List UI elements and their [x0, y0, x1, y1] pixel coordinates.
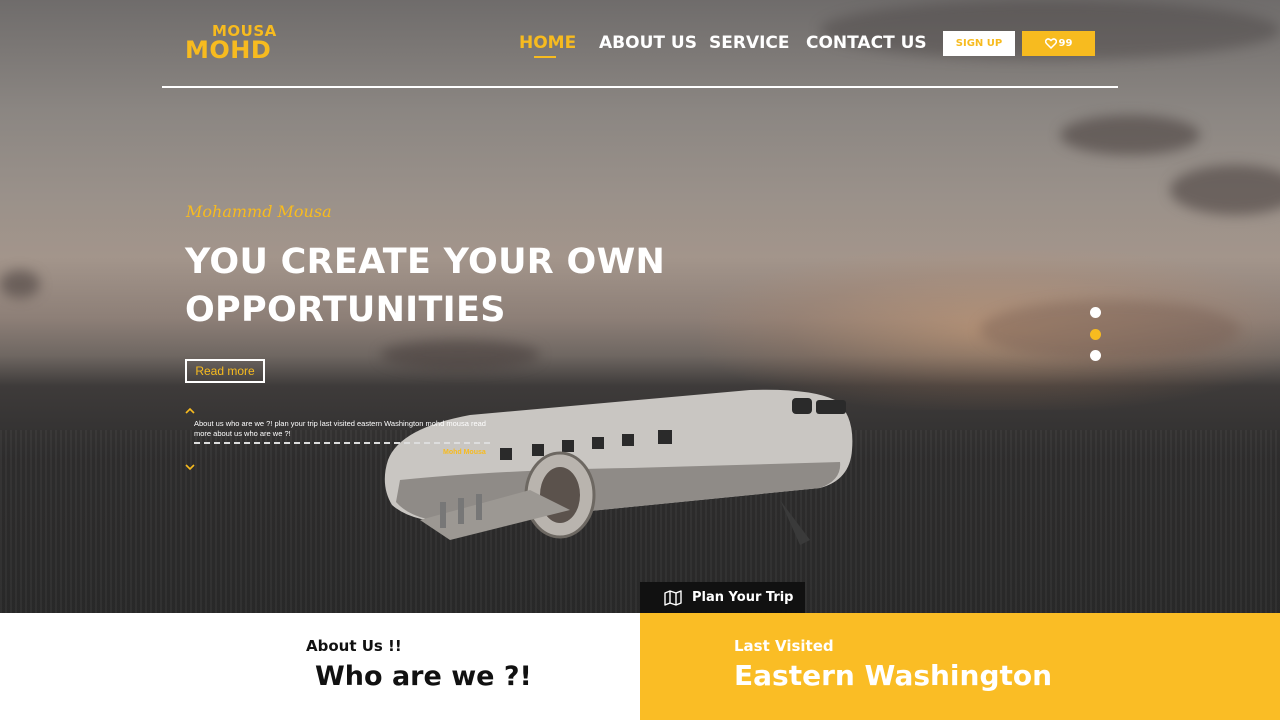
- nav-active-underline: [534, 56, 556, 58]
- nav-about-us[interactable]: ABOUT US: [599, 33, 697, 53]
- read-more-button[interactable]: Read more: [185, 359, 265, 383]
- plane-wreck-image: [384, 389, 853, 545]
- last-visited-panel[interactable]: Last Visited Eastern Washington: [640, 613, 1280, 720]
- logo-bottom-text: MOHD: [185, 36, 272, 64]
- cloud: [1170, 165, 1280, 215]
- nav-home[interactable]: HOME: [519, 33, 576, 53]
- chevron-up-icon[interactable]: [185, 404, 195, 416]
- cloud: [0, 270, 40, 298]
- slider-dot-2[interactable]: [1090, 329, 1101, 340]
- favorites-count: 99: [1058, 38, 1073, 49]
- excerpt-author: Mohd Mousa: [443, 449, 486, 456]
- sign-up-button[interactable]: SIGN UP: [943, 31, 1015, 56]
- hero-headline: YOU CREATE YOUR OWN OPPORTUNITIES: [185, 238, 705, 334]
- site-logo[interactable]: MOUSA MOHD: [185, 22, 285, 66]
- last-visited-title: Eastern Washington: [734, 659, 1053, 692]
- cloud: [1060, 115, 1200, 155]
- header-divider: [162, 86, 1118, 88]
- cloud: [380, 340, 540, 370]
- hero-excerpt: About us who are we ?! plan your trip la…: [194, 419, 486, 438]
- about-us-subtitle: About Us !!: [306, 637, 402, 655]
- plan-your-trip-label: Plan Your Trip: [692, 590, 794, 605]
- chevron-down-icon[interactable]: [185, 461, 195, 473]
- slider-dot-1[interactable]: [1090, 307, 1101, 318]
- about-us-title: Who are we ?!: [315, 661, 532, 692]
- about-us-panel[interactable]: About Us !! Who are we ?!: [0, 613, 640, 720]
- excerpt-divider: [194, 442, 490, 444]
- heart-icon: [1044, 38, 1057, 49]
- hero-headline-line2: OPPORTUNITIES: [185, 290, 506, 330]
- cloud: [980, 300, 1240, 360]
- nav-contact-us[interactable]: CONTACT US: [806, 33, 927, 53]
- hero-script-name: Mohammd Mousa: [186, 202, 332, 221]
- favorites-button[interactable]: 99: [1022, 31, 1095, 56]
- hero-headline-line1: YOU CREATE YOUR OWN: [185, 242, 666, 282]
- plan-your-trip-button[interactable]: Plan Your Trip: [640, 582, 805, 613]
- map-icon: [664, 589, 682, 606]
- nav-service[interactable]: SERVICE: [709, 33, 790, 53]
- slider-dot-3[interactable]: [1090, 350, 1101, 361]
- last-visited-subtitle: Last Visited: [734, 637, 834, 655]
